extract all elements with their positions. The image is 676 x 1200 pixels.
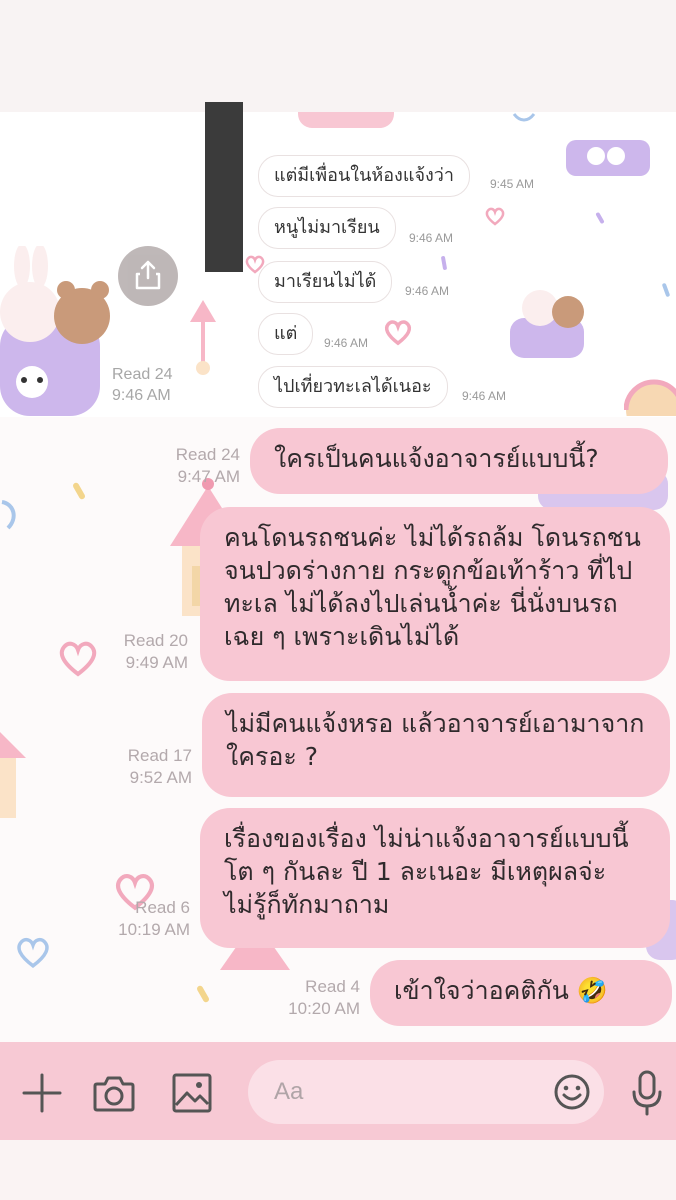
- redacted-bar: [205, 102, 243, 272]
- read-receipt: Read 17 9:52 AM: [102, 745, 192, 789]
- decor-purple-bag: [566, 140, 650, 176]
- read-receipt: Read 20 9:49 AM: [98, 630, 188, 674]
- read-count: Read 17: [127, 746, 192, 765]
- read-count: Read 6: [135, 898, 190, 917]
- message-bubble: เข้าใจว่าอคติกัน 🤣: [370, 960, 672, 1026]
- decor-bear-sticker: [0, 246, 110, 416]
- plus-icon[interactable]: [22, 1073, 62, 1113]
- read-time: 9:47 AM: [177, 467, 240, 486]
- microphone-icon[interactable]: [630, 1070, 664, 1116]
- message-bubble: ไม่มีคนแจ้งหรอ แล้วอาจารย์เอามาจากใครอะ …: [202, 693, 670, 797]
- top-blank-area: [0, 0, 676, 112]
- read-count: Read 4: [305, 977, 360, 996]
- decor-heart: [512, 113, 536, 122]
- embedded-message-bubble: แต่มีเพื่อนในห้องแจ้งว่า: [258, 155, 470, 197]
- embedded-read-receipt: Read 24 9:46 AM: [112, 364, 173, 406]
- read-time: 10:20 AM: [288, 999, 360, 1018]
- decor-bear-sticker: [510, 290, 584, 358]
- decor-carnival-tent: [0, 732, 26, 818]
- embedded-message-time: 9:46 AM: [462, 389, 507, 403]
- read-receipt: Read 6 10:19 AM: [90, 897, 190, 941]
- embedded-top-bubble-edge: [298, 112, 394, 128]
- embedded-message-bubble: มาเรียนไม่ได้: [258, 261, 393, 303]
- embedded-message-bubble: หนูไม่มาเรียน: [258, 207, 396, 249]
- share-button[interactable]: [118, 246, 178, 306]
- share-icon: [135, 260, 161, 290]
- embedded-message-time: 9:45 AM: [490, 177, 535, 191]
- read-time: 9:46 AM: [112, 387, 171, 404]
- camera-icon[interactable]: [93, 1074, 135, 1112]
- embedded-message-time: 9:46 AM: [324, 336, 369, 350]
- decor-carnival-tent: [190, 300, 216, 375]
- message-bubble: ใครเป็นคนแจ้งอาจารย์แบบนี้?: [250, 428, 668, 494]
- embedded-message-bubble: ไปเที่ยวทะเลได้เนอะ: [258, 366, 448, 408]
- read-count: Read 20: [123, 631, 188, 650]
- read-time: 9:52 AM: [129, 768, 192, 787]
- read-receipt: Read 4 10:20 AM: [258, 976, 360, 1020]
- decor-carnival-wheel: [624, 379, 676, 416]
- embedded-message-time: 9:46 AM: [409, 231, 454, 245]
- decor-heart: [1, 500, 16, 530]
- bottom-blank-area: [0, 1140, 676, 1200]
- embedded-message-bubble: แต่: [258, 313, 314, 355]
- read-time: 9:49 AM: [125, 653, 188, 672]
- read-count: Read 24: [112, 366, 173, 383]
- message-bubble: คนโดนรถชนค่ะ ไม่ได้รถล้ม โดนรถชนจนปวดร่า…: [200, 507, 670, 681]
- decor-heart: [59, 641, 97, 677]
- read-receipt: Read 24 9:47 AM: [150, 444, 240, 488]
- image-icon[interactable]: [172, 1073, 212, 1113]
- decor-heart: [17, 937, 49, 968]
- decor-heart: [485, 207, 505, 226]
- message-bubble: เรื่องของเรื่อง ไม่น่าแจ้งอาจารย์แบบนี้ …: [200, 808, 670, 948]
- decor-heart: [384, 320, 412, 346]
- smiley-icon[interactable]: [553, 1073, 591, 1111]
- message-text-input[interactable]: [248, 1060, 604, 1124]
- embedded-message-time: 9:46 AM: [405, 284, 450, 298]
- read-count: Read 24: [175, 445, 240, 464]
- read-time: 10:19 AM: [118, 920, 190, 939]
